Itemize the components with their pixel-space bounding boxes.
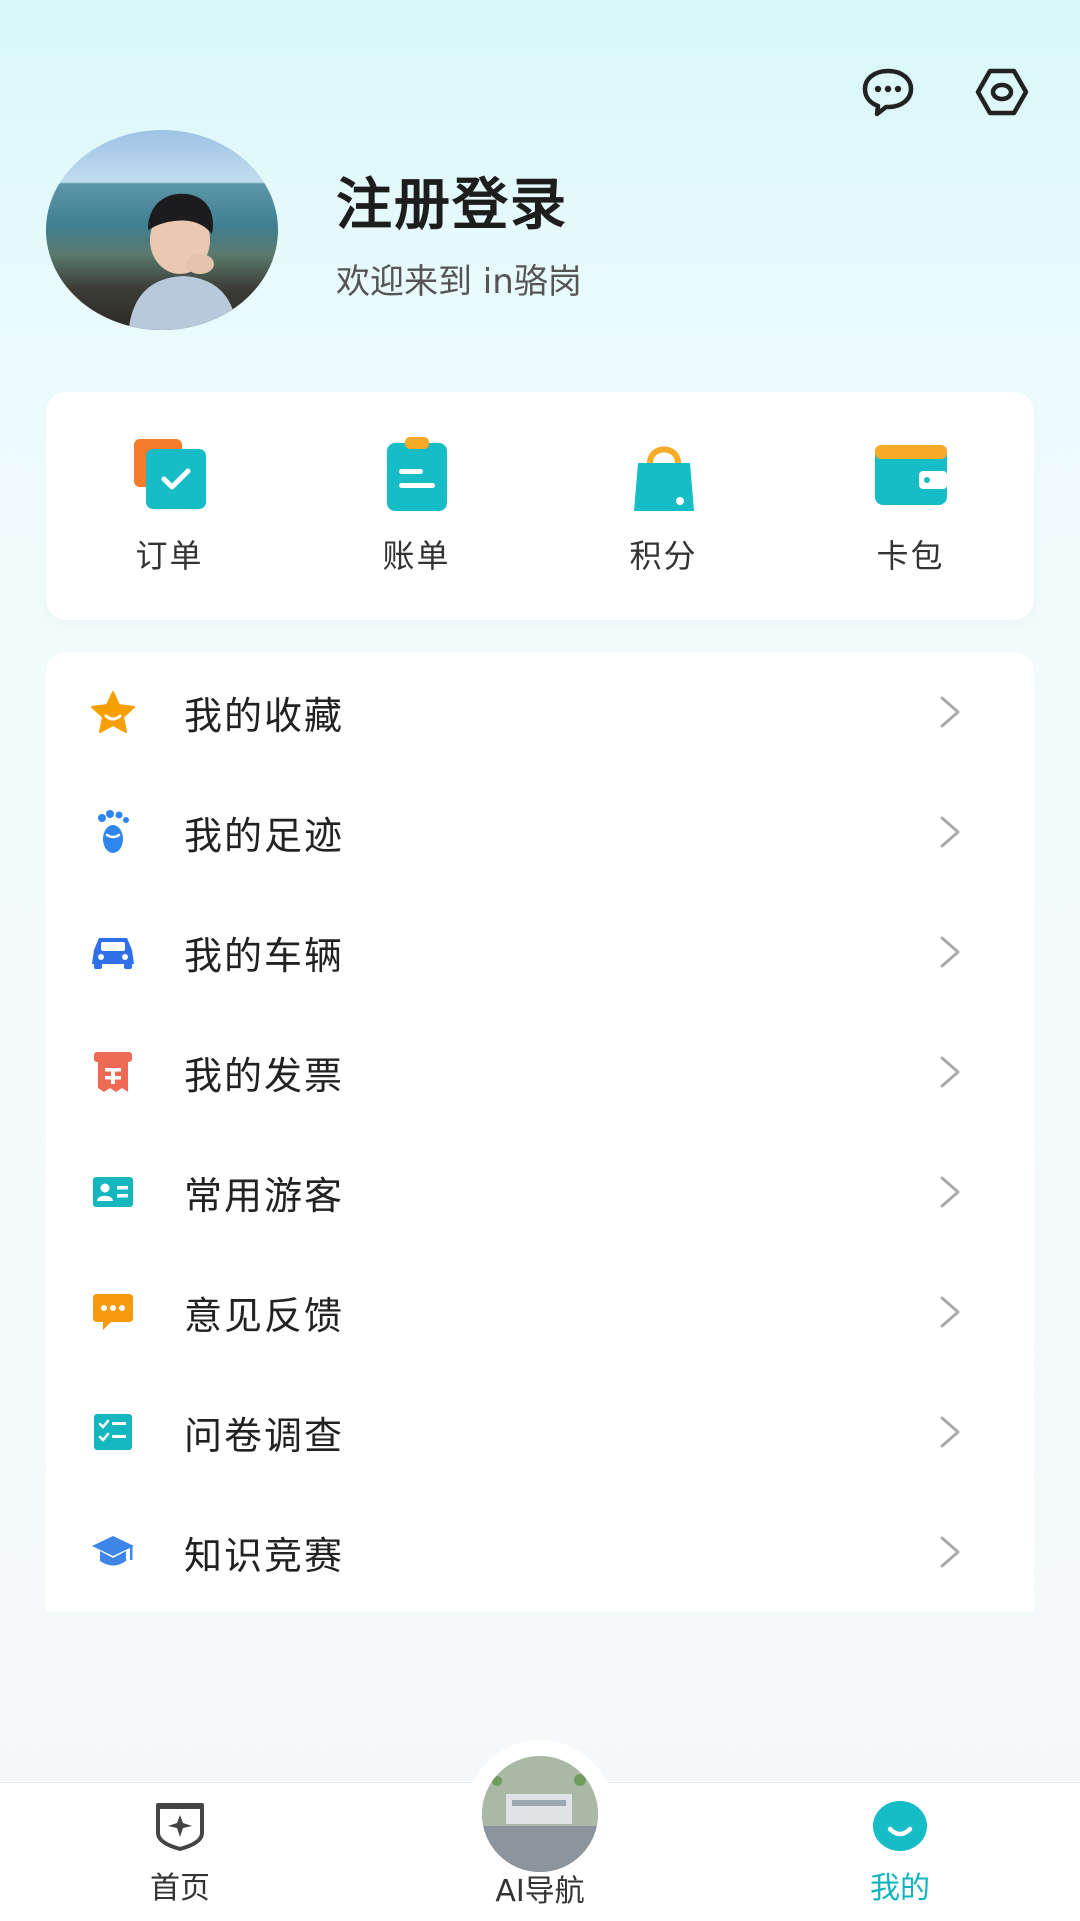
menu-item-label: 问卷调查 [184, 1413, 345, 1458]
tab-label: 我的 [870, 1871, 930, 1906]
survey-icon [88, 1407, 138, 1457]
tab-ai-nav-label[interactable]: AI导航 [440, 1866, 640, 1910]
menu-item-knowledge-contest[interactable]: 知识竞赛 [46, 1492, 1034, 1612]
chevron-right-icon [940, 1416, 960, 1448]
smile-icon [873, 1801, 927, 1851]
id-card-icon [88, 1167, 138, 1217]
quick-action-points[interactable]: 积分 [554, 435, 774, 577]
menu-item-label: 常用游客 [184, 1173, 345, 1218]
star-icon [88, 687, 138, 737]
menu-item-feedback[interactable]: 意见反馈 [46, 1252, 1034, 1372]
menu-item-label: 我的足迹 [184, 813, 345, 858]
quick-action-label: 账单 [382, 537, 451, 575]
feedback-icon [88, 1287, 138, 1337]
invoice-icon [88, 1047, 138, 1097]
chevron-right-icon [940, 1536, 960, 1568]
quick-action-label: 订单 [135, 537, 204, 575]
chevron-right-icon [940, 1296, 960, 1328]
home-shield-icon [156, 1803, 204, 1851]
login-register-title[interactable]: 注册登录 [336, 160, 568, 241]
quick-action-order[interactable]: 订单 [60, 435, 280, 577]
menu-item-label: 意见反馈 [184, 1293, 345, 1338]
quick-action-label: 积分 [629, 537, 698, 575]
chevron-right-icon [940, 936, 960, 968]
menu-item-label: 我的收藏 [184, 693, 345, 738]
welcome-subtitle: 欢迎来到 in骆岗 [336, 262, 582, 302]
tab-label: 首页 [150, 1871, 210, 1906]
menu-item-vehicles[interactable]: 我的车辆 [46, 892, 1034, 1012]
quick-action-label: 卡包 [876, 537, 945, 575]
tab-home[interactable]: 首页 [80, 1799, 280, 1907]
wallet-icon [874, 445, 947, 505]
message-icon[interactable] [860, 64, 916, 120]
quick-actions-card: 订单 账单 积分 卡包 [46, 392, 1034, 620]
menu-item-survey[interactable]: 问卷调查 [46, 1372, 1034, 1492]
chevron-right-icon [940, 1056, 960, 1088]
avatar-person-illustration [128, 193, 238, 330]
tab-mine[interactable]: 我的 [800, 1799, 1000, 1907]
quick-action-bill[interactable]: 账单 [307, 435, 527, 577]
chevron-right-icon [940, 1176, 960, 1208]
menu-item-label: 我的发票 [184, 1053, 345, 1098]
ai-nav-map-thumbnail [482, 1756, 598, 1872]
menu-item-favorites[interactable]: 我的收藏 [46, 652, 1034, 772]
settings-icon[interactable] [974, 64, 1030, 120]
menu-item-footprints[interactable]: 我的足迹 [46, 772, 1034, 892]
menu-item-label: 知识竞赛 [184, 1533, 345, 1578]
chevron-right-icon [940, 816, 960, 848]
chevron-right-icon [940, 696, 960, 728]
ai-nav-button[interactable] [482, 1756, 598, 1872]
quick-action-wallet[interactable]: 卡包 [801, 435, 1021, 577]
menu-item-invoices[interactable]: 我的发票 [46, 1012, 1034, 1132]
points-bag-icon [633, 446, 694, 511]
top-toolbar [860, 64, 1030, 120]
order-icon [133, 439, 206, 509]
bill-icon [386, 437, 447, 511]
avatar[interactable] [46, 130, 278, 330]
graduation-cap-icon [88, 1527, 138, 1577]
car-icon [88, 927, 138, 977]
menu-item-label: 我的车辆 [184, 933, 345, 978]
menu-list: 我的收藏 我的足迹 我的车辆 我的发票 常用游客 意见反馈 问卷调查 知识竞赛 [46, 652, 1034, 1612]
footprint-icon [88, 807, 138, 857]
menu-item-frequent-visitors[interactable]: 常用游客 [46, 1132, 1034, 1252]
